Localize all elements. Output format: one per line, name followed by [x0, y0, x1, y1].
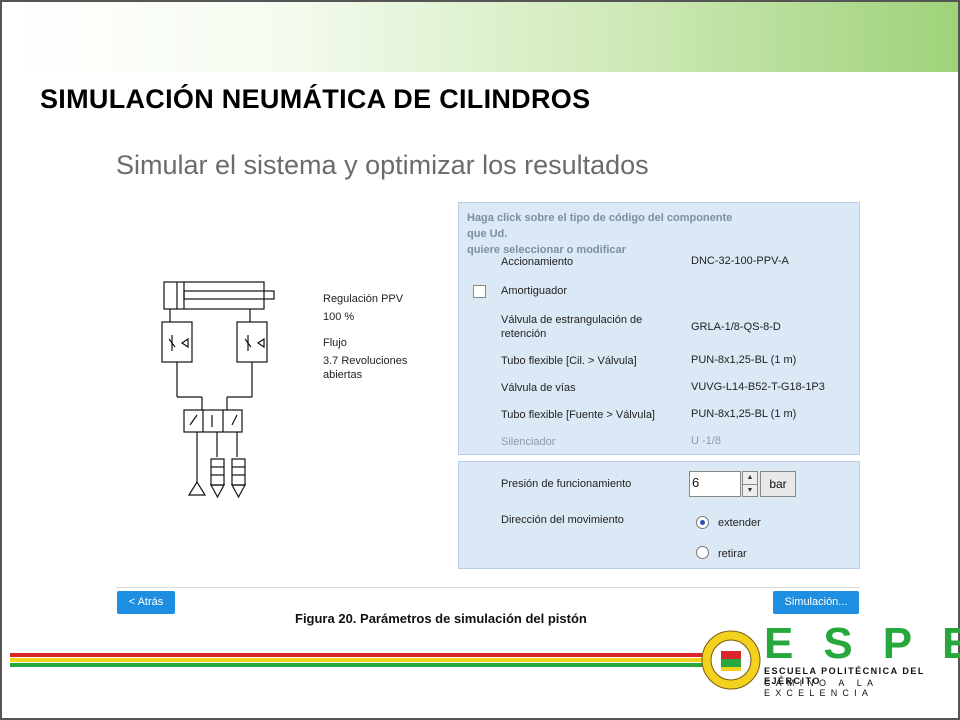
footer-divider — [116, 587, 860, 588]
component-value-tube-cyl-valve[interactable]: PUN-8x1,25-BL (1 m) — [691, 354, 796, 366]
parameters-panel: Presión de funcionamiento 6 ▲ ▼ bar Dire… — [458, 461, 860, 569]
back-button[interactable]: < Atrás — [117, 591, 175, 614]
pressure-label: Presión de funcionamiento — [501, 478, 632, 490]
spinner-down-icon[interactable]: ▼ — [743, 484, 757, 496]
component-panel-header: Haga click sobre el tipo de código del c… — [467, 210, 737, 258]
component-label-directional-valve: Válvula de vías — [501, 382, 576, 394]
radio-extend[interactable] — [696, 516, 709, 529]
espe-seal-logo — [701, 630, 761, 690]
app-heading: Simular el sistema y optimizar los resul… — [116, 150, 649, 180]
component-label-tube-cyl-valve: Tubo flexible [Cil. > Válvula] — [501, 355, 637, 367]
radio-retract[interactable] — [696, 546, 709, 559]
component-value-throttle-valve[interactable]: GRLA-1/8-QS-8-D — [691, 321, 781, 333]
component-label-actuation: Accionamiento — [501, 256, 574, 268]
component-label-throttle-valve: Válvula de estrangulación de retención — [501, 313, 642, 341]
regulation-label: Regulación PPV — [323, 293, 404, 305]
component-value-silencer: U -1/8 — [691, 435, 721, 447]
damper-checkbox[interactable] — [473, 285, 486, 298]
flow-value-line2: abiertas — [323, 369, 363, 381]
component-label-silencer: Silenciador — [501, 436, 556, 448]
radio-retract-label[interactable]: retirar — [718, 548, 747, 560]
throttle-label-line2: retención — [501, 328, 547, 340]
spinner-up-icon[interactable]: ▲ — [743, 472, 757, 484]
component-label-tube-source-valve: Tubo flexible [Fuente > Válvula] — [501, 409, 655, 421]
component-value-actuation[interactable]: DNC-32-100-PPV-A — [691, 255, 789, 267]
stripe-green — [10, 663, 702, 667]
header-gradient-band — [2, 2, 958, 72]
regulation-info: Regulación PPV 100 % Flujo 3.7 Revolucio… — [323, 292, 407, 386]
pneumatic-circuit-diagram — [161, 281, 275, 499]
flow-label: Flujo — [323, 337, 347, 349]
flow-value-line1: 3.7 Revoluciones — [323, 355, 408, 367]
stripe-red — [10, 653, 702, 657]
stripe-yellow — [10, 658, 702, 662]
component-label-damper: Amortiguador — [501, 285, 568, 297]
espe-logo-letters: ESPE — [764, 619, 960, 668]
regulation-value: 100 % — [323, 311, 355, 323]
figure-caption: Figura 20. Parámetros de simulación del … — [295, 611, 587, 626]
component-value-tube-source-valve[interactable]: PUN-8x1,25-BL (1 m) — [691, 408, 796, 420]
slide-title: SIMULACIÓN NEUMÁTICA DE CILINDROS — [40, 84, 591, 114]
component-panel: Haga click sobre el tipo de código del c… — [458, 202, 860, 455]
component-value-directional-valve[interactable]: VUVG-L14-B52-T-G18-1P3 — [691, 381, 825, 393]
pressure-unit-button[interactable]: bar — [760, 471, 796, 497]
pressure-spinner[interactable]: ▲ ▼ — [742, 471, 758, 497]
espe-motto: CAMINO A LA EXCELENCIA — [764, 678, 878, 698]
simulate-button[interactable]: Simulación... — [773, 591, 859, 614]
panel-header-line1: Haga click sobre el tipo de código del c… — [467, 212, 733, 240]
direction-label: Dirección del movimiento — [501, 514, 624, 526]
pressure-input[interactable]: 6 — [689, 471, 741, 497]
slide: SIMULACIÓN NEUMÁTICA DE CILINDROS Simula… — [0, 0, 960, 720]
throttle-label-line1: Válvula de estrangulación de — [501, 314, 643, 326]
radio-extend-label[interactable]: extender — [718, 517, 761, 529]
